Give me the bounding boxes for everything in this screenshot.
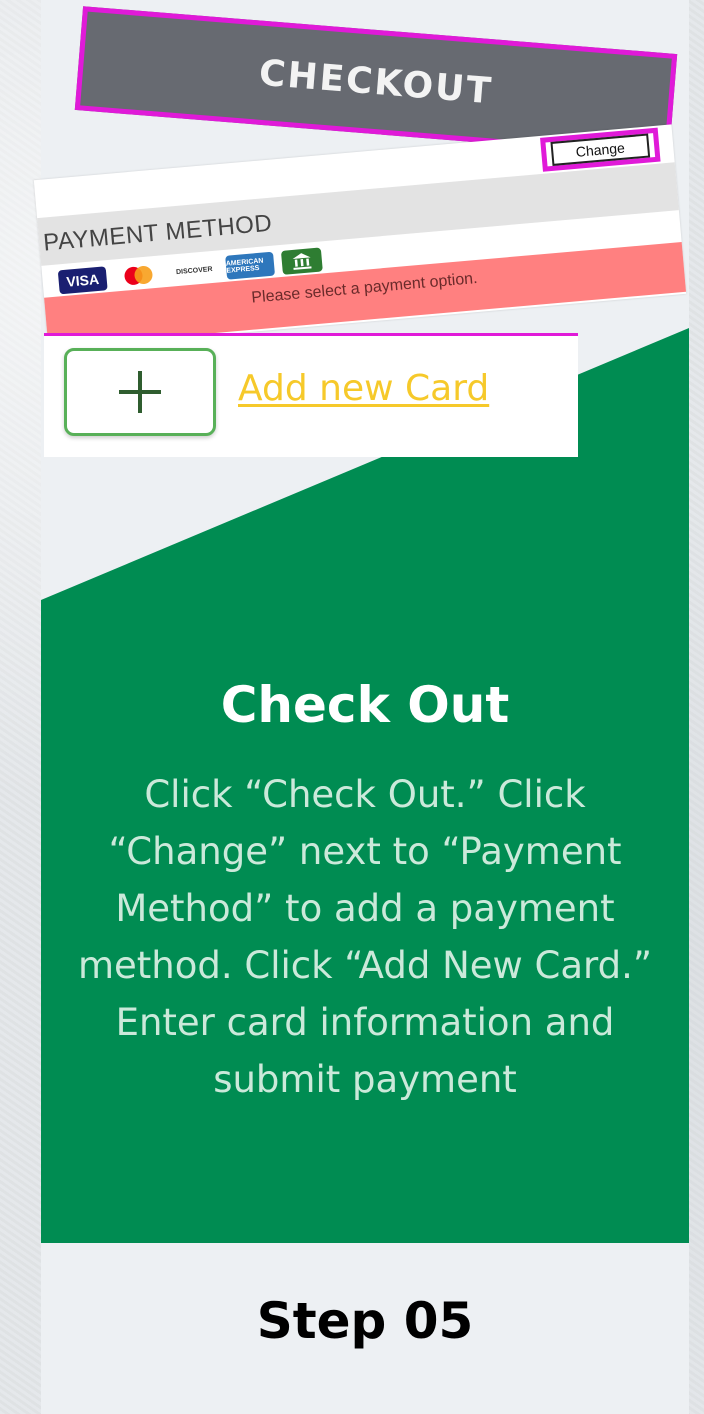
add-new-card-link[interactable]: Add new Card — [238, 368, 489, 409]
step-title: Check Out — [220, 676, 510, 734]
discover-icon[interactable]: DISCOVER — [169, 256, 220, 285]
mastercard-icon[interactable] — [113, 261, 164, 290]
visa-icon[interactable]: VISA — [57, 266, 108, 295]
change-button-label: Change — [550, 133, 651, 166]
checkout-label: CHECKOUT — [257, 52, 495, 112]
step-number: Step 05 — [256, 1292, 474, 1350]
step-description: Click “Check Out.” Click “Change” next t… — [77, 773, 653, 1101]
add-card-button[interactable] — [64, 348, 216, 436]
plus-icon — [119, 371, 161, 413]
bank-icon[interactable] — [280, 247, 323, 275]
add-new-card-banner: Add new Card — [44, 333, 578, 457]
amex-icon[interactable]: AMERICAN EXPRESS — [225, 251, 276, 280]
